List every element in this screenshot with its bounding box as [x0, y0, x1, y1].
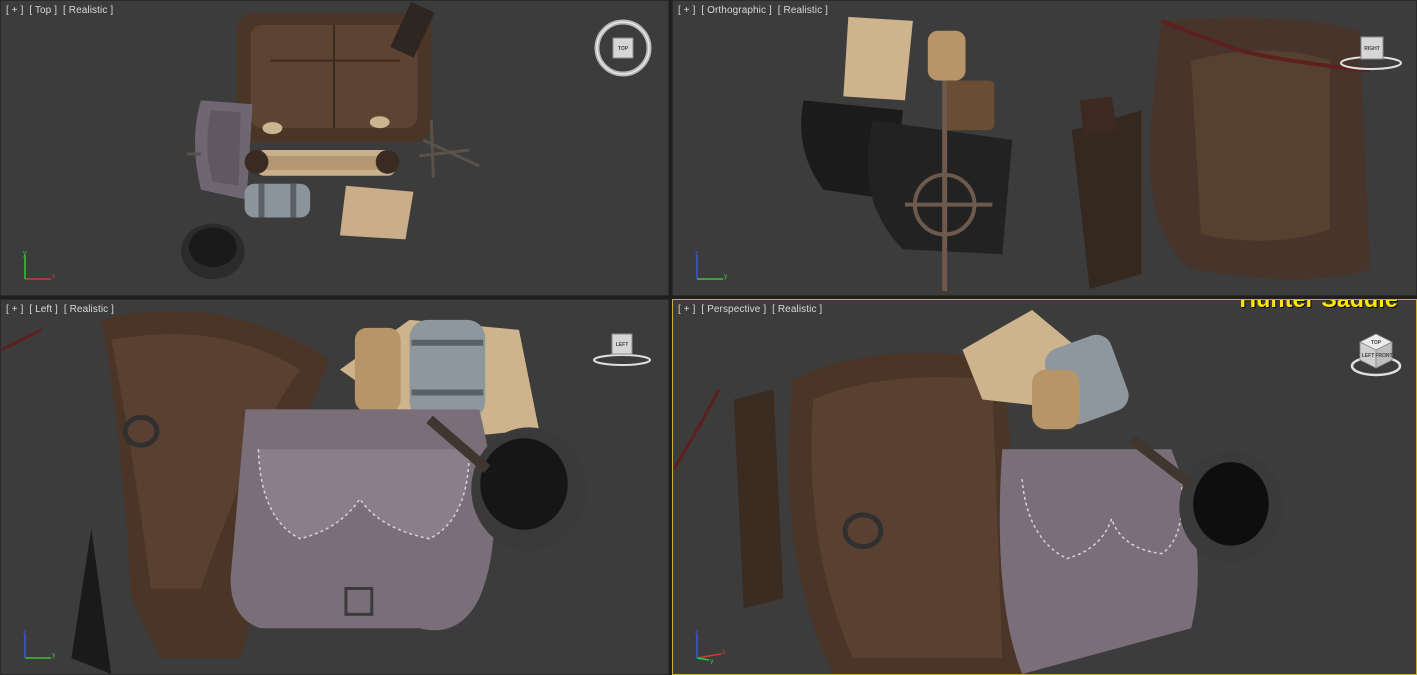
axis-z-label: z: [695, 251, 699, 257]
viewport-label-left[interactable]: [ + ] [ Left ] [ Realistic ]: [6, 304, 117, 315]
axis-gizmo: y z: [23, 630, 55, 659]
viewport-menu-plus[interactable]: [ + ]: [678, 304, 695, 315]
viewport-orthographic[interactable]: [ + ] [ Orthographic ] [ Realistic ] RIG…: [672, 0, 1417, 296]
axis-x-label: x: [722, 649, 726, 656]
axis-gizmo: x y: [23, 251, 55, 280]
viewcube-face-front-label: FRONT: [1375, 353, 1392, 359]
saddle-model-right-view: [801, 16, 1370, 292]
model-title: Hunter Saddle: [1239, 299, 1398, 312]
viewcube-face-left-label: LEFT: [1362, 353, 1375, 359]
axis-z-label: z: [695, 630, 699, 636]
viewport-shading-mode[interactable]: [ Realistic ]: [64, 304, 114, 315]
viewport-menu-plus[interactable]: [ + ]: [6, 304, 23, 315]
viewcube-left[interactable]: LEFT: [590, 328, 654, 368]
viewcube-top[interactable]: TOP: [594, 19, 652, 77]
viewport-view-name[interactable]: [ Top ]: [29, 5, 57, 16]
viewport-left[interactable]: [ + ] [ Left ] [ Realistic ] LEFT z: [0, 299, 669, 675]
axis-y-label: y: [23, 251, 27, 257]
viewport-top[interactable]: [ + ] [ Top ] [ Realistic ] TOP y: [0, 0, 669, 296]
axis-y-label: y: [724, 273, 727, 280]
axis-x-label: x: [52, 273, 55, 280]
saddle-model-left-view: [1, 310, 587, 674]
axis-gizmo: x y z: [695, 630, 726, 664]
viewcube-face-label: RIGHT: [1364, 46, 1380, 52]
viewport-perspective[interactable]: [ + ] [ Perspective ] [ Realistic ] Hunt…: [672, 299, 1417, 675]
viewport-view-name[interactable]: [ Left ]: [29, 304, 58, 315]
viewport-label-top[interactable]: [ + ] [ Top ] [ Realistic ]: [6, 5, 116, 16]
viewcube-face-label: TOP: [618, 46, 629, 52]
viewport-shading-mode[interactable]: [ Realistic ]: [772, 304, 822, 315]
saddle-model-top-view: [181, 1, 480, 280]
viewcube-face-label: LEFT: [616, 342, 629, 348]
viewport-grid: [ + ] [ Top ] [ Realistic ] TOP y [+] …: [0, 0, 1417, 675]
axis-z-label: z: [23, 630, 27, 636]
axis-y-label: y: [52, 652, 55, 659]
axis-y-label: y: [710, 658, 714, 664]
saddle-model-perspective-view: [673, 309, 1283, 674]
viewport-view-name[interactable]: [ Orthographic ]: [701, 5, 772, 16]
viewport-menu-plus[interactable]: [ + ]: [6, 5, 23, 16]
viewcube-perspective[interactable]: TOP LEFT FRONT: [1348, 326, 1404, 382]
viewcube-orthographic[interactable]: RIGHT: [1336, 29, 1406, 73]
viewcube-face-top-label: TOP: [1371, 340, 1382, 346]
viewport-menu-plus[interactable]: [ + ]: [678, 5, 695, 16]
viewport-shading-mode[interactable]: [ Realistic ]: [63, 5, 113, 16]
viewport-shading-mode[interactable]: [ Realistic ]: [778, 5, 828, 16]
axis-gizmo: y z: [695, 251, 727, 280]
viewport-label-perspective[interactable]: [ + ] [ Perspective ] [ Realistic ]: [678, 304, 825, 315]
viewport-view-name[interactable]: [ Perspective ]: [701, 304, 766, 315]
viewport-label-orthographic[interactable]: [ + ] [ Orthographic ] [ Realistic ]: [678, 5, 831, 16]
